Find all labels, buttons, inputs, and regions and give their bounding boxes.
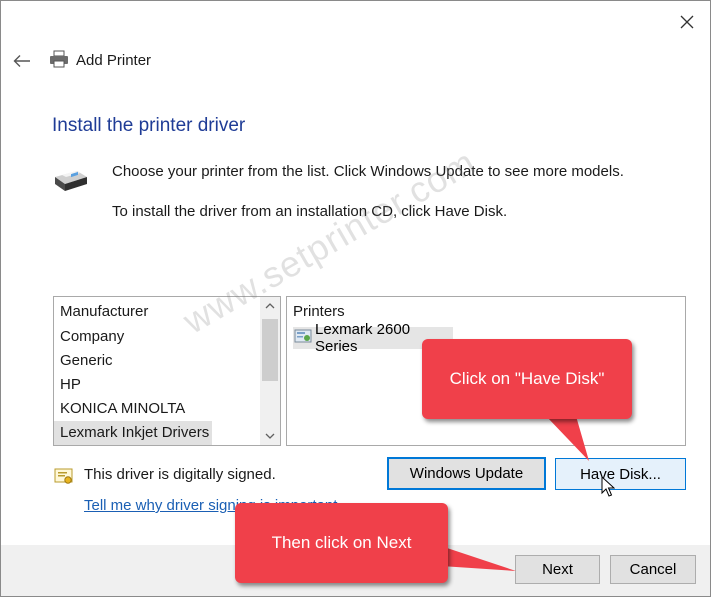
chevron-down-icon (265, 433, 275, 439)
printer-icon (49, 49, 69, 74)
instruction-text: Choose your printer from the list. Click… (112, 163, 624, 180)
list-item[interactable]: KONICA MINOLTA (54, 397, 259, 421)
next-button[interactable]: Next (515, 555, 600, 584)
signed-status-text: This driver is digitally signed. (84, 466, 276, 483)
list-item[interactable]: HP (54, 373, 259, 397)
signed-driver-icon (294, 328, 312, 348)
windows-update-button[interactable]: Windows Update (387, 457, 546, 490)
chevron-up-icon (265, 303, 275, 309)
back-button[interactable] (9, 49, 35, 73)
certificate-icon (54, 468, 74, 491)
manufacturer-list[interactable]: Manufacturer Company Generic HP KONICA M… (53, 296, 281, 446)
cancel-button[interactable]: Cancel (610, 555, 696, 584)
close-icon (680, 15, 694, 29)
list-item[interactable]: Company (54, 325, 259, 349)
callout-have-disk: Click on "Have Disk" (422, 339, 632, 419)
manufacturer-list-header: Manufacturer (60, 303, 149, 320)
close-button[interactable] (672, 9, 702, 35)
window-title: Add Printer (76, 52, 152, 69)
add-printer-window: Add Printer Install the printer driver C… (0, 0, 711, 597)
printer-icon (53, 165, 89, 198)
callout-pointer (441, 546, 516, 571)
scroll-thumb[interactable] (262, 319, 278, 381)
list-item-selected[interactable]: Lexmark Inkjet Drivers (54, 421, 212, 445)
list-item[interactable]: Generic (54, 349, 259, 373)
instruction-text: To install the driver from an installati… (112, 203, 508, 220)
page-heading: Install the printer driver (52, 115, 246, 136)
mouse-cursor-icon (601, 475, 616, 503)
scrollbar[interactable] (260, 297, 280, 445)
printers-list-header: Printers (293, 303, 345, 320)
callout-pointer (546, 416, 589, 461)
callout-next: Then click on Next (235, 503, 448, 583)
back-arrow-icon (13, 55, 30, 67)
scroll-down-button[interactable] (260, 427, 280, 445)
